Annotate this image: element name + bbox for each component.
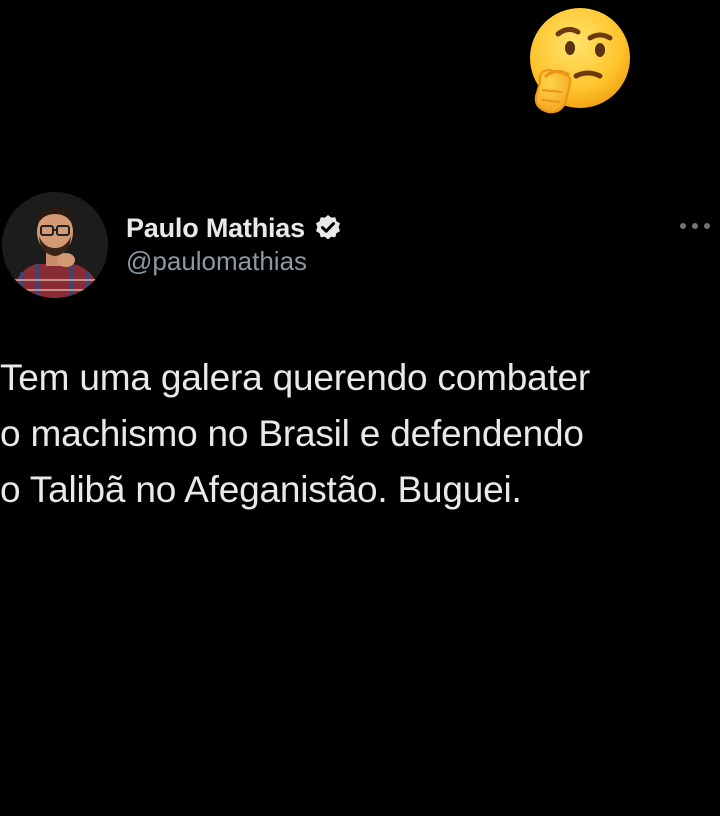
author-info: Paulo Mathias @paulomathias <box>126 208 343 277</box>
avatar[interactable] <box>2 192 108 298</box>
more-horizontal-icon[interactable] <box>678 216 712 236</box>
display-name-row: Paulo Mathias <box>126 208 343 248</box>
author-handle[interactable]: @paulomathias <box>126 246 343 277</box>
tweet-header: Paulo Mathias @paulomathias <box>0 186 720 306</box>
thinking-face-icon <box>518 4 634 120</box>
verified-badge-icon <box>315 215 340 240</box>
display-name[interactable]: Paulo Mathias <box>126 213 305 244</box>
tweet-text: Tem uma galera querendo combater o machi… <box>0 357 591 510</box>
